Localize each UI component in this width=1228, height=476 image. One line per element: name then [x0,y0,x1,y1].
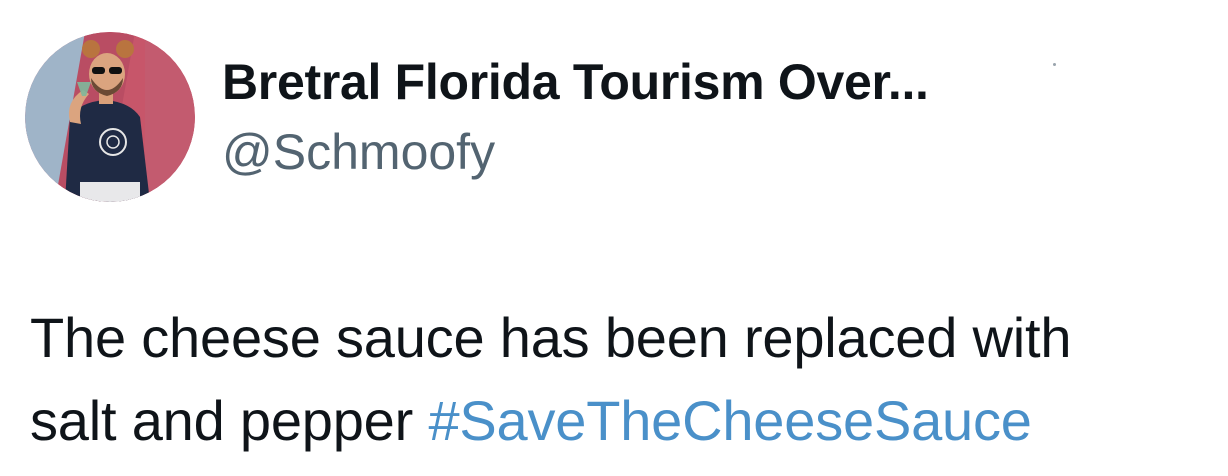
tweet-text: The cheese sauce has been replaced with … [30,296,1220,462]
display-name[interactable]: Bretral Florida Tourism Over... [222,52,929,112]
hashtag-link[interactable]: #SaveTheCheeseSauce [428,389,1031,452]
user-handle[interactable]: @Schmoofy [222,122,495,182]
tweet-card: Bretral Florida Tourism Over... @Schmoof… [0,0,1228,476]
dot-icon [1053,63,1056,66]
profile-photo-icon [25,32,195,202]
tweet-line-2: salt and pepper [30,389,429,452]
tweet-line-1: The cheese sauce has been replaced with [30,306,1072,369]
avatar[interactable] [25,32,195,202]
